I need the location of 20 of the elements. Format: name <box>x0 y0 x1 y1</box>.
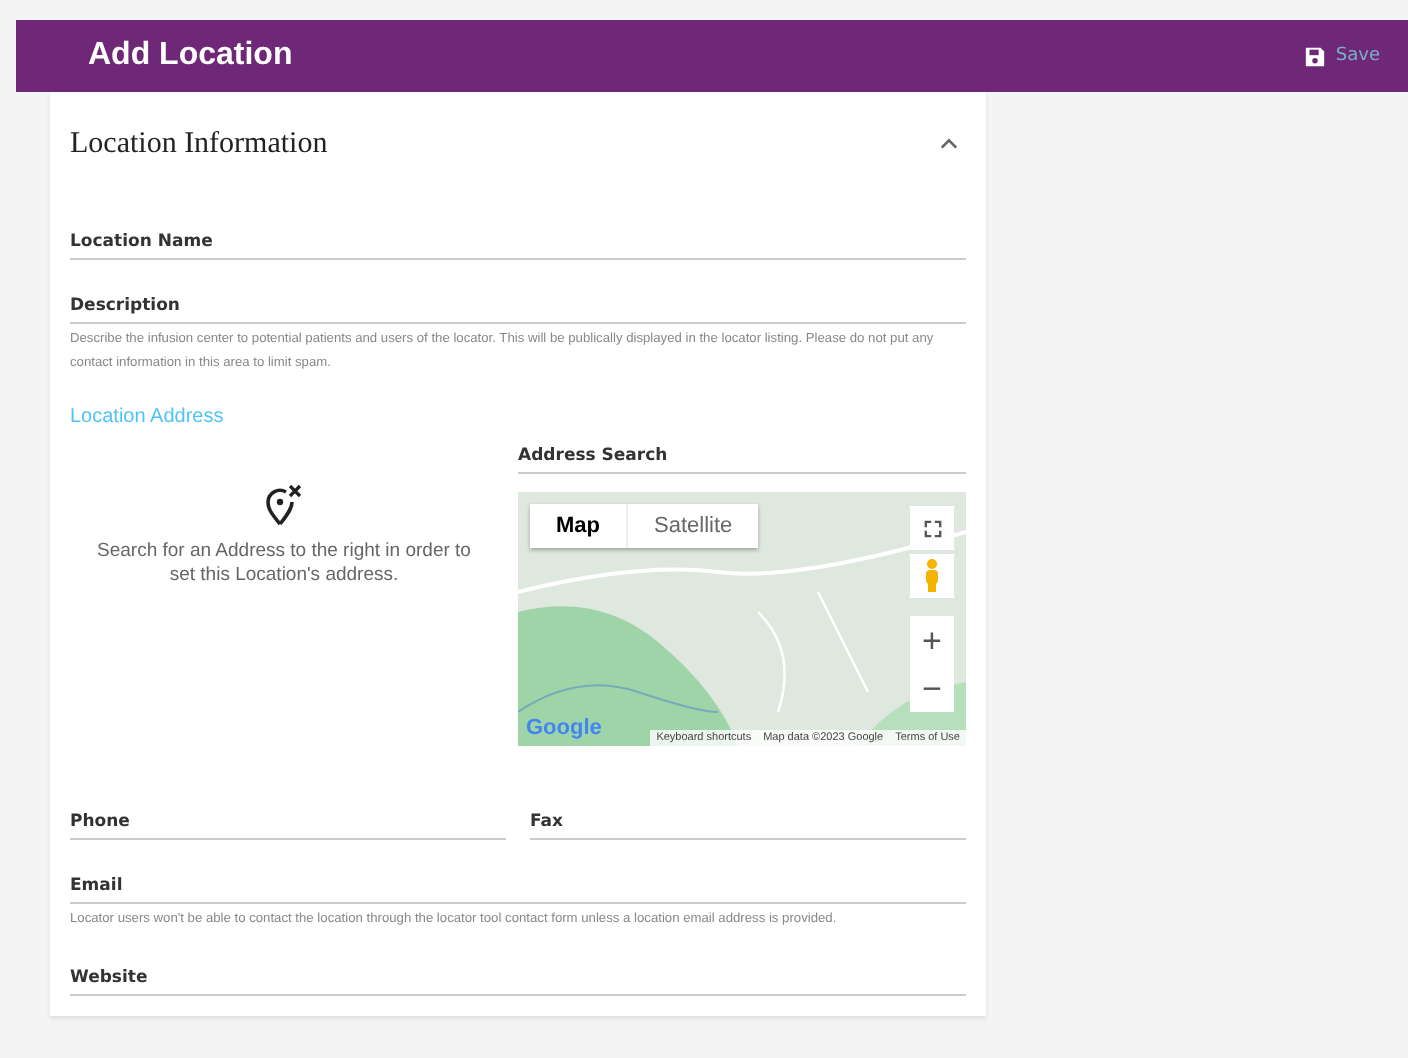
collapse-chevron-icon[interactable] <box>940 138 958 150</box>
save-button[interactable]: Save <box>1299 41 1384 71</box>
address-search-field[interactable]: Address Search <box>518 436 966 474</box>
map-logo: Google <box>526 716 602 740</box>
map-type-tab[interactable]: Map <box>530 504 628 548</box>
person-figure-icon <box>922 558 942 594</box>
fullscreen-icon <box>923 519 941 537</box>
text-field[interactable]: Description <box>70 286 966 324</box>
fullscreen-button[interactable] <box>910 506 954 550</box>
text-field[interactable]: Email <box>70 866 966 904</box>
text-field[interactable]: Website <box>70 958 966 996</box>
empty-address-message: Search for an Address to the right in order to set this Location's address. <box>95 540 473 588</box>
text-field[interactable]: Location Name <box>70 222 966 260</box>
page-title: Add Location <box>88 38 293 74</box>
location-pin-x-icon <box>264 484 304 528</box>
section-title: Location Information <box>70 127 328 161</box>
text-field[interactable]: Phone <box>70 802 506 840</box>
text-field[interactable]: Fax <box>530 802 966 840</box>
map-type-tab[interactable]: Satellite <box>628 504 759 548</box>
address-heading: Location Address <box>70 406 226 428</box>
